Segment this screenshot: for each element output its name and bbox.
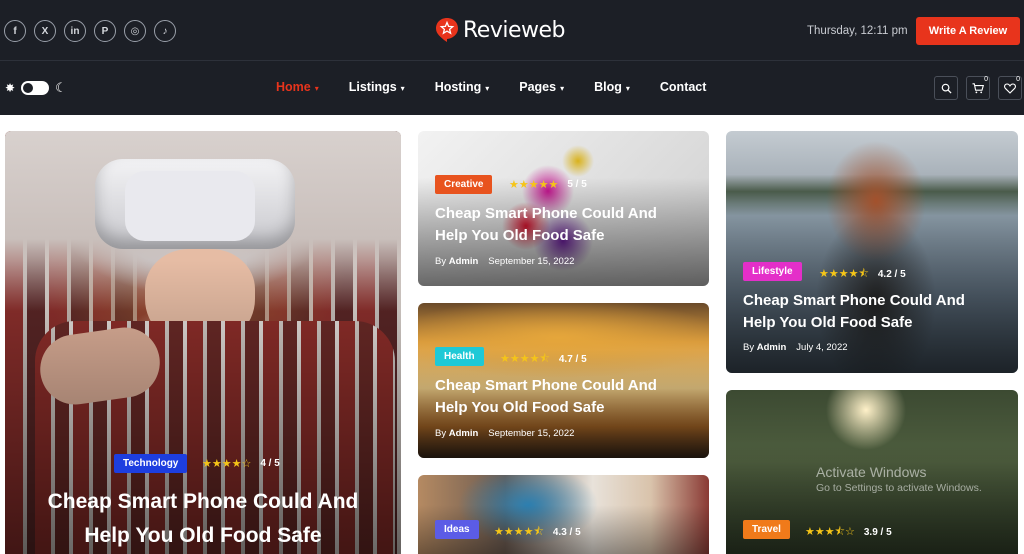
star-icon: ★★★★⯪ [500, 353, 550, 365]
chevron-down-icon: ▾ [314, 83, 319, 93]
nav-item-listings[interactable]: Listings ▾ [349, 80, 405, 94]
star-rating: ★★★⯪☆ 3.9 / 5 [805, 523, 892, 542]
chevron-down-icon: ▾ [400, 83, 405, 93]
author-name[interactable]: Admin [449, 256, 479, 267]
nav-item-hosting[interactable]: Hosting ▾ [435, 80, 490, 94]
search-button[interactable] [934, 76, 958, 100]
star-rating: ★★★★☆ 4 / 5 [202, 458, 280, 470]
star-icon: ★★★★⯪ [494, 526, 544, 538]
theme-toggle[interactable]: ✸ ☾ [5, 80, 67, 96]
star-rating: ★★★★⯪ 4.3 / 5 [494, 523, 581, 542]
category-tag-lifestyle[interactable]: Lifestyle [743, 262, 802, 281]
category-tag-creative[interactable]: Creative [435, 175, 493, 194]
theme-switch[interactable] [21, 81, 50, 95]
chevron-down-icon: ▾ [625, 83, 630, 93]
main-navigation: ✸ ☾ Home ▾ Listings ▾ Hosting ▾ Pages ▾ Blog… [0, 61, 1024, 115]
category-tag-technology[interactable]: Technology [114, 454, 188, 473]
post-card-lifestyle[interactable]: Lifestyle ★★★★⯪ 4.2 / 5 Cheap Smart Phone… [726, 131, 1018, 373]
logo-text: Revieweb [463, 17, 566, 43]
post-title[interactable]: Cheap Smart Phone Could And Help You Old… [435, 203, 705, 247]
chevron-down-icon: ▾ [485, 83, 490, 93]
star-icon: ★★★★☆ [202, 458, 252, 470]
star-rating: ★★★★★ 5 / 5 [509, 179, 587, 191]
search-icon [941, 83, 952, 94]
category-tag-health[interactable]: Health [435, 347, 484, 366]
pinterest-icon[interactable]: P [94, 20, 116, 42]
star-rating: ★★★★⯪ 4.7 / 5 [500, 350, 587, 369]
social-links: f X in P ◎ ♪ [4, 20, 176, 42]
current-datetime: Thursday, 12:11 pm [807, 25, 908, 37]
post-card-health[interactable]: Health ★★★★⯪ 4.7 / 5 Cheap Smart Phone Co… [418, 303, 709, 458]
nav-item-contact[interactable]: Contact [660, 80, 707, 94]
cart-button[interactable]: 0 [966, 76, 990, 100]
chevron-down-icon: ▾ [560, 83, 565, 93]
logo-star-pin-icon [436, 18, 458, 42]
star-icon: ★★★⯪☆ [805, 526, 855, 538]
star-icon: ★★★★⯪ [819, 268, 869, 280]
category-tag-ideas[interactable]: Ideas [435, 520, 479, 539]
cart-count-badge: 0 [984, 76, 988, 83]
author-name[interactable]: Admin [757, 342, 787, 353]
post-title[interactable]: Cheap Smart Phone Could And Help You Old… [435, 375, 705, 419]
instagram-icon[interactable]: ◎ [124, 20, 146, 42]
post-meta: By Admin September 15, 2022 [435, 256, 575, 267]
site-logo[interactable]: Revieweb [435, 17, 566, 43]
post-card-ideas[interactable]: Ideas ★★★★⯪ 4.3 / 5 [418, 475, 709, 554]
sun-icon: ✸ [5, 81, 16, 95]
post-date: July 4, 2022 [796, 342, 848, 353]
post-meta: By Admin September 15, 2022 [435, 428, 575, 439]
moon-icon: ☾ [55, 80, 67, 95]
post-date: September 15, 2022 [488, 256, 575, 267]
author-name[interactable]: Admin [449, 428, 479, 439]
post-title[interactable]: Cheap Smart Phone Could And Help You Old… [743, 290, 1013, 334]
wishlist-count-badge: 0 [1016, 76, 1020, 83]
linkedin-icon[interactable]: in [64, 20, 86, 42]
cart-icon [972, 82, 984, 93]
heart-icon [1004, 82, 1016, 94]
x-twitter-icon[interactable]: X [34, 20, 56, 42]
tiktok-icon[interactable]: ♪ [154, 20, 176, 42]
nav-actions: 0 0 [934, 76, 1022, 100]
nav-item-blog[interactable]: Blog ▾ [594, 80, 630, 94]
nav-menu: Home ▾ Listings ▾ Hosting ▾ Pages ▾ Blog ▾ Co… [276, 80, 736, 94]
top-bar: f X in P ◎ ♪ Revieweb Thursday, 12:11 pm… [0, 0, 1024, 61]
facebook-icon[interactable]: f [4, 20, 26, 42]
write-review-button[interactable]: Write A Review [916, 17, 1020, 45]
nav-item-pages[interactable]: Pages ▾ [519, 80, 564, 94]
category-tag-travel[interactable]: Travel [743, 520, 790, 539]
featured-post-card[interactable]: Technology ★★★★☆ 4 / 5 Cheap Smart Phone … [5, 131, 401, 554]
post-date: September 15, 2022 [488, 428, 575, 439]
nav-item-home[interactable]: Home ▾ [276, 80, 319, 94]
star-icon: ★★★★★ [509, 179, 559, 191]
featured-post-title[interactable]: Cheap Smart Phone Could And Help You Old… [5, 485, 401, 553]
activate-windows-watermark: Activate Windows Go to Settings to activ… [816, 464, 982, 494]
star-rating: ★★★★⯪ 4.2 / 5 [819, 265, 906, 284]
post-meta: By Admin July 4, 2022 [743, 342, 848, 353]
wishlist-button[interactable]: 0 [998, 76, 1022, 100]
post-card-creative[interactable]: Creative ★★★★★ 5 / 5 Cheap Smart Phone Co… [418, 131, 709, 286]
